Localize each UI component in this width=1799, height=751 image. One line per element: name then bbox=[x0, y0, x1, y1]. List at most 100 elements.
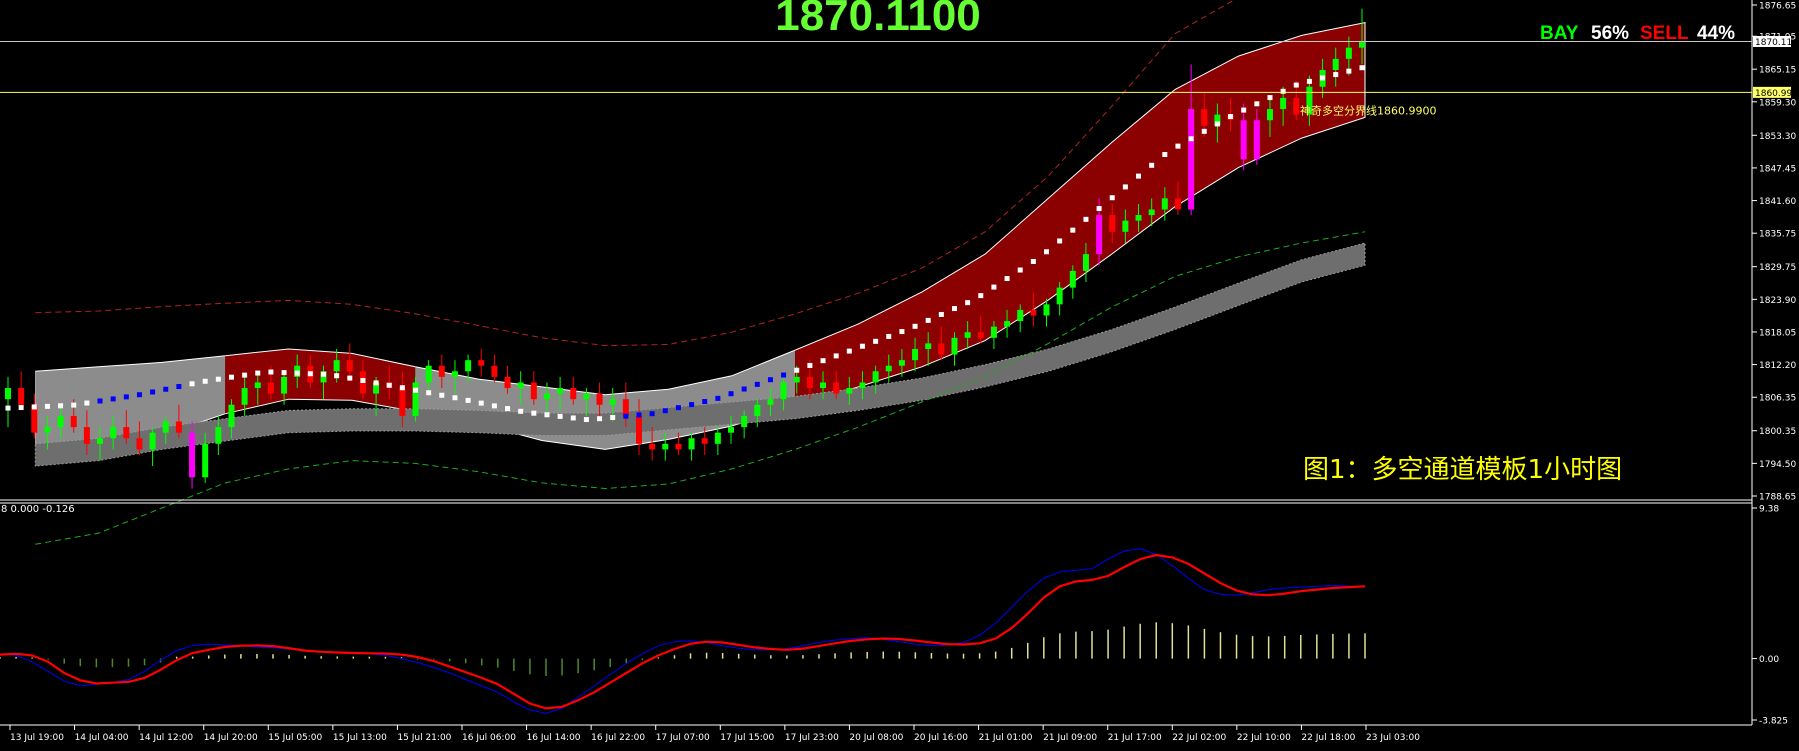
trend-marker bbox=[1149, 162, 1155, 168]
candle-body bbox=[1266, 109, 1273, 121]
candle-body bbox=[609, 399, 616, 405]
trend-marker bbox=[426, 390, 432, 396]
trend-marker bbox=[767, 377, 773, 383]
candle-body bbox=[912, 348, 919, 361]
trend-marker bbox=[544, 412, 550, 418]
candle-body bbox=[898, 360, 905, 366]
time-tick-label: 23 Jul 03:00 bbox=[1366, 733, 1420, 743]
trend-marker bbox=[859, 343, 865, 349]
candle-body bbox=[741, 415, 748, 428]
current-price-tag-text: 1870.11 bbox=[1755, 38, 1792, 48]
time-tick-label: 17 Jul 07:00 bbox=[656, 733, 710, 743]
candle-body bbox=[1201, 109, 1208, 126]
time-tick-label: 22 Jul 18:00 bbox=[1301, 733, 1355, 743]
figure-caption: 图1：多空通道模板1小时图 bbox=[1303, 455, 1622, 485]
trend-marker bbox=[281, 370, 287, 376]
candle-body bbox=[662, 443, 669, 450]
trend-marker bbox=[846, 348, 852, 354]
trend-marker bbox=[702, 399, 708, 405]
trend-marker bbox=[268, 369, 274, 375]
candle-body bbox=[833, 382, 840, 394]
trend-marker bbox=[1359, 65, 1365, 71]
candle-body bbox=[267, 382, 274, 394]
trend-marker bbox=[1346, 68, 1352, 74]
candle-body bbox=[1253, 120, 1260, 160]
time-tick-label: 21 Jul 09:00 bbox=[1043, 733, 1097, 743]
trend-marker bbox=[820, 358, 826, 364]
trend-marker bbox=[228, 374, 234, 380]
trend-marker bbox=[1267, 95, 1273, 101]
trend-marker bbox=[662, 408, 668, 414]
candle-body bbox=[1332, 58, 1339, 71]
candle-body bbox=[859, 382, 866, 389]
trend-marker bbox=[912, 323, 918, 329]
trend-marker bbox=[360, 378, 366, 384]
trend-marker bbox=[97, 398, 103, 404]
trend-marker bbox=[951, 306, 957, 312]
trend-marker bbox=[31, 404, 37, 410]
macd-header: 8 0.000 -0.126 bbox=[1, 504, 75, 515]
trend-marker bbox=[123, 394, 129, 400]
candle-body bbox=[70, 415, 77, 428]
current-price-tag: 1870.11 bbox=[1753, 35, 1792, 48]
candle-body bbox=[701, 438, 708, 444]
trend-marker bbox=[1122, 184, 1128, 190]
trend-marker bbox=[44, 403, 50, 409]
trend-marker bbox=[136, 392, 142, 398]
candle-body bbox=[241, 388, 248, 405]
candle-body bbox=[1240, 120, 1247, 160]
price-tick-label: 1841.60 bbox=[1759, 197, 1796, 207]
trend-marker bbox=[373, 380, 379, 386]
trend-marker bbox=[689, 402, 695, 408]
candle-body bbox=[1069, 270, 1076, 288]
candle-body bbox=[754, 404, 761, 416]
time-tick-label: 17 Jul 23:00 bbox=[785, 733, 839, 743]
candle-body bbox=[175, 421, 182, 433]
candle-body bbox=[1148, 209, 1155, 216]
candle-body bbox=[820, 382, 827, 389]
trend-marker bbox=[899, 329, 905, 335]
trend-marker bbox=[978, 293, 984, 299]
candle-body bbox=[977, 332, 984, 338]
trend-marker bbox=[1030, 258, 1036, 264]
buy-label: BAY bbox=[1540, 23, 1579, 44]
candle-body bbox=[635, 415, 642, 444]
candle-body bbox=[83, 427, 90, 444]
candle-body bbox=[925, 343, 932, 349]
trend-marker bbox=[334, 373, 340, 379]
time-tick-label: 20 Jul 08:00 bbox=[849, 733, 903, 743]
candle-body bbox=[1056, 287, 1063, 305]
trend-marker bbox=[1070, 227, 1076, 233]
trend-marker bbox=[439, 392, 445, 398]
price-tick-label: 1823.90 bbox=[1759, 296, 1796, 306]
sell-label: SELL bbox=[1640, 23, 1689, 44]
trend-marker bbox=[386, 382, 392, 388]
candle-body bbox=[517, 382, 524, 389]
trend-marker bbox=[84, 400, 90, 406]
trend-marker bbox=[189, 381, 195, 387]
candle-body bbox=[1280, 97, 1287, 110]
time-tick-label: 14 Jul 04:00 bbox=[75, 733, 129, 743]
candle-body bbox=[1043, 304, 1050, 316]
candle-body bbox=[123, 427, 130, 439]
price-tick-label: 1800.35 bbox=[1759, 427, 1796, 437]
boundary-tag-text: 1860.99 bbox=[1755, 89, 1792, 99]
trend-marker bbox=[531, 410, 537, 416]
trend-marker bbox=[452, 395, 458, 401]
candle-body bbox=[1082, 254, 1089, 271]
trend-marker bbox=[58, 403, 64, 409]
price-tick-label: 1806.35 bbox=[1759, 394, 1796, 404]
trend-marker bbox=[1044, 249, 1050, 255]
trend-marker bbox=[965, 300, 971, 306]
candle-body bbox=[57, 415, 64, 428]
candle-body bbox=[136, 438, 143, 450]
time-tick-label: 16 Jul 14:00 bbox=[527, 733, 581, 743]
trend-marker bbox=[1293, 82, 1299, 88]
trend-marker bbox=[649, 411, 655, 417]
trend-marker bbox=[610, 414, 616, 420]
trend-marker bbox=[1241, 107, 1247, 113]
candle-body bbox=[1161, 198, 1168, 210]
time-tick-label: 15 Jul 21:00 bbox=[397, 733, 451, 743]
candle-body bbox=[1109, 215, 1116, 232]
candle-body bbox=[622, 399, 629, 416]
